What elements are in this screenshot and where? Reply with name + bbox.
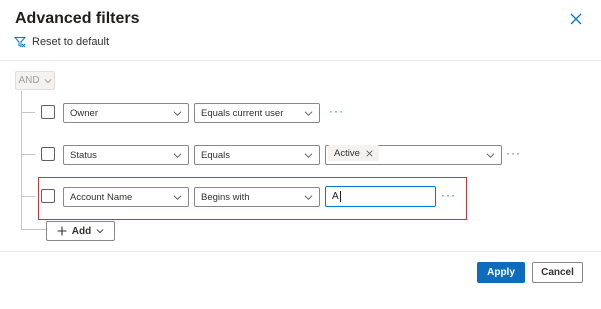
- group-operator-dropdown[interactable]: AND: [15, 71, 55, 90]
- row-1-operator-label: Equals current user: [201, 107, 284, 119]
- plus-icon: [57, 226, 67, 236]
- header-divider: [0, 60, 601, 61]
- tree-connector-row-2: [21, 154, 35, 155]
- tree-connector-row-3: [21, 196, 35, 197]
- row-1-operator-dropdown[interactable]: Equals current user: [194, 103, 320, 123]
- close-button[interactable]: [568, 11, 584, 27]
- row-1-field-dropdown[interactable]: Owner: [63, 103, 189, 123]
- row-1-more-options-icon[interactable]: ···: [329, 105, 344, 117]
- reset-to-default-button[interactable]: Reset to default: [14, 36, 109, 48]
- chevron-down-icon: [173, 110, 182, 116]
- footer-divider: [0, 251, 601, 252]
- dialog-title: Advanced filters: [15, 10, 140, 27]
- row-1-checkbox[interactable]: [41, 105, 55, 119]
- tree-connector-row-1: [21, 112, 35, 113]
- row-2-operator-label: Equals: [201, 149, 231, 161]
- add-label: Add: [71, 225, 92, 237]
- row-2-checkbox[interactable]: [41, 147, 55, 161]
- chevron-down-icon: [486, 152, 495, 158]
- highlight-box: [38, 177, 467, 220]
- row-2-field-label: Status: [70, 149, 97, 161]
- row-2-value-tag-label: Active: [334, 147, 360, 159]
- reset-label: Reset to default: [32, 36, 110, 48]
- row-2-more-options-icon[interactable]: ···: [506, 147, 521, 159]
- add-condition-button[interactable]: Add: [46, 221, 115, 241]
- row-2-operator-dropdown[interactable]: Equals: [194, 145, 320, 165]
- group-operator-label: AND: [18, 75, 40, 86]
- row-2-field-dropdown[interactable]: Status: [63, 145, 189, 165]
- chevron-down-icon: [173, 152, 182, 158]
- tree-connector-add: [21, 229, 46, 230]
- remove-tag-icon[interactable]: [366, 149, 373, 157]
- filter-reset-icon: [14, 37, 26, 48]
- cancel-button[interactable]: Cancel: [532, 262, 583, 283]
- apply-button[interactable]: Apply: [477, 262, 525, 283]
- close-icon: [570, 13, 582, 25]
- row-1-field-label: Owner: [70, 107, 98, 119]
- row-2-value-tag: Active: [328, 145, 379, 161]
- chevron-down-icon: [304, 110, 313, 116]
- chevron-down-icon: [96, 229, 104, 234]
- chevron-down-icon: [44, 78, 52, 83]
- chevron-down-icon: [304, 152, 313, 158]
